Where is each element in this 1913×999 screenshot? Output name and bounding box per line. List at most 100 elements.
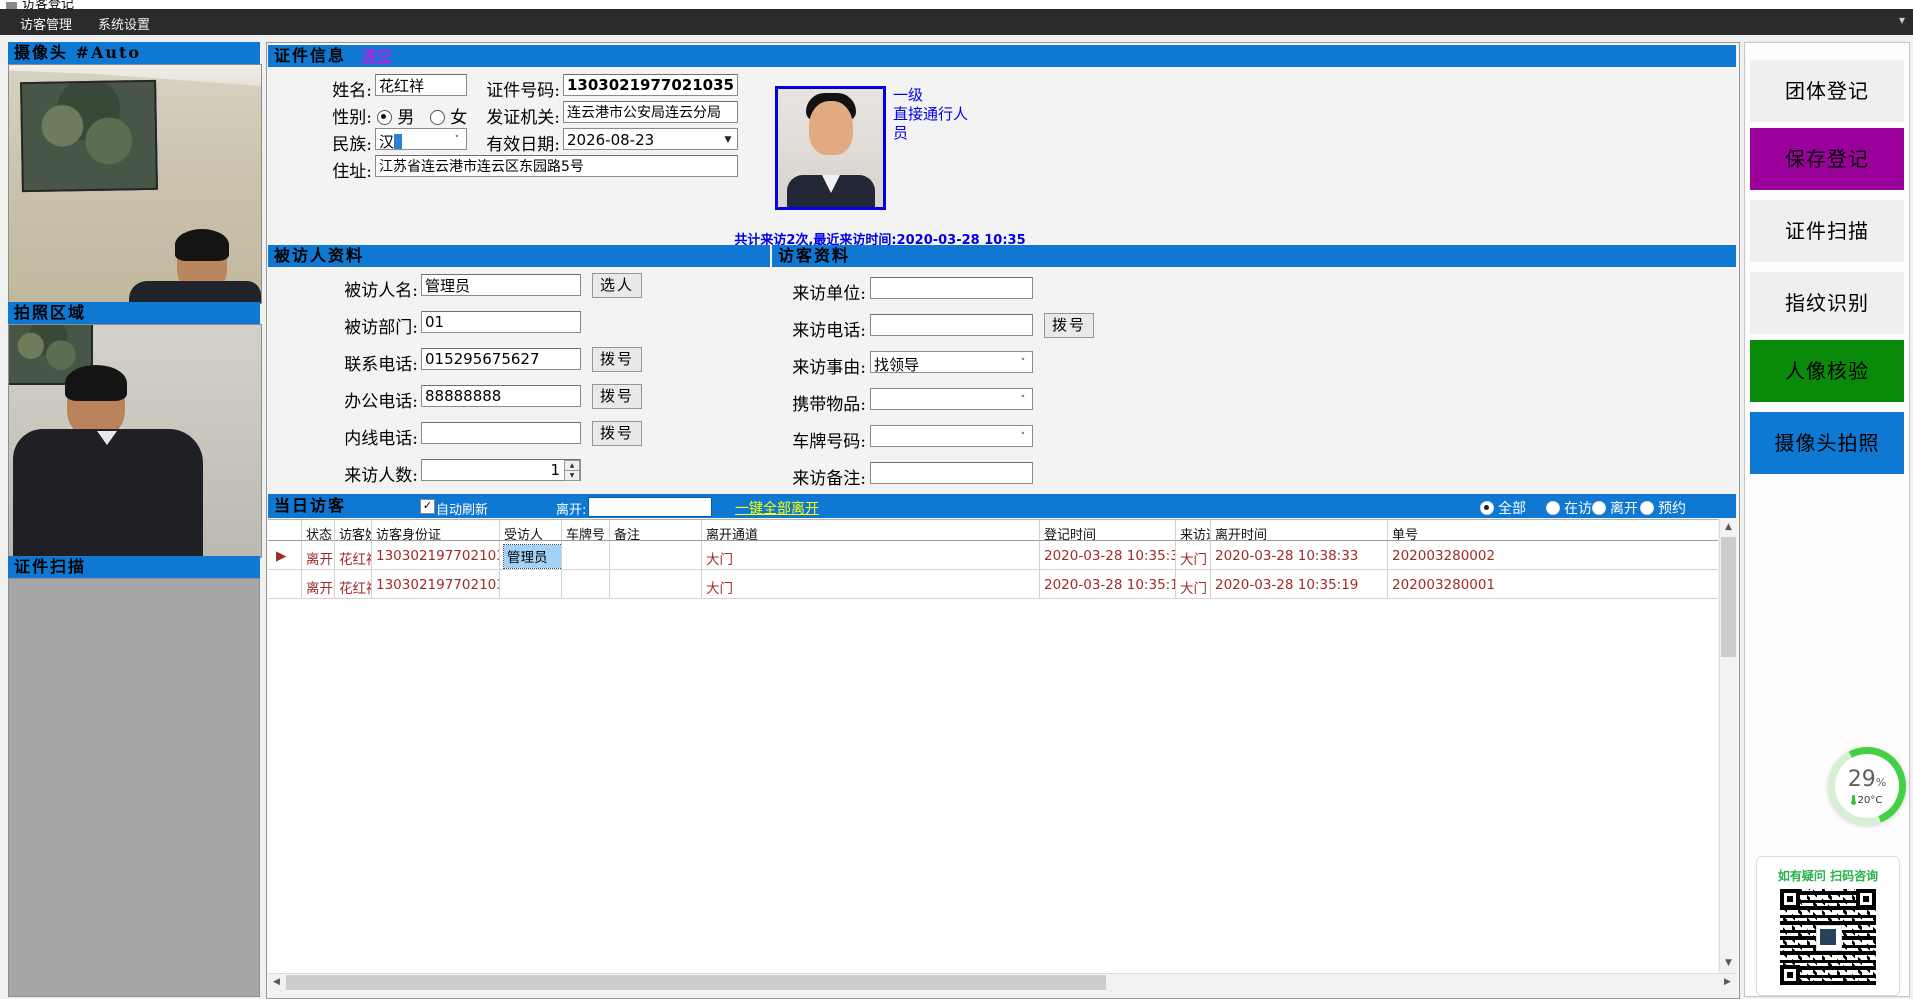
table-row[interactable]: ▶ 离开 花红祥 130302197702103558 管理员 大门 2020-… <box>268 541 1718 570</box>
chevron-down-icon[interactable]: ▾ <box>1899 13 1905 27</box>
menu-item-system-settings[interactable]: 系统设置 <box>92 14 156 33</box>
select-person-button[interactable]: 选人 <box>592 273 642 298</box>
cell-order-no[interactable]: 202003280001 <box>1388 570 1718 599</box>
gender-female-radio[interactable] <box>430 110 445 125</box>
cell-visit-channel[interactable]: 大门 <box>1176 570 1211 599</box>
cell-status[interactable]: 离开 <box>302 541 335 570</box>
visit-unit-input[interactable] <box>870 277 1033 299</box>
vscroll-thumb[interactable] <box>1721 537 1736 657</box>
table-vscrollbar[interactable]: ▲ ▼ <box>1719 519 1737 972</box>
hscroll-thumb[interactable] <box>286 975 1106 990</box>
cell-visitor-name[interactable]: 花红祥 <box>335 541 372 570</box>
table-hscrollbar[interactable]: ◀ ▶ <box>268 973 1736 991</box>
cell-leave-time[interactable]: 2020-03-28 10:38:33 <box>1211 541 1388 570</box>
id-number-input[interactable] <box>563 74 738 96</box>
cell-register-time[interactable]: 2020-03-28 10:35:30 <box>1040 541 1176 570</box>
camera-section-header: 摄像头 #Auto <box>8 42 260 64</box>
dial-button-office[interactable]: 拨号 <box>592 384 642 409</box>
cell-note[interactable] <box>610 541 702 570</box>
internal-phone-input[interactable] <box>421 422 581 444</box>
plate-number-combo[interactable]: ˅ <box>870 425 1033 447</box>
leave-input[interactable] <box>588 497 712 517</box>
scroll-down-icon[interactable]: ▼ <box>1720 955 1737 972</box>
cell-visit-channel[interactable]: 大门 <box>1176 541 1211 570</box>
cell-leave-time[interactable]: 2020-03-28 10:35:19 <box>1211 570 1388 599</box>
col-visitor-id[interactable]: 访客身份证 <box>372 520 500 541</box>
host-dept-input[interactable] <box>421 311 581 333</box>
col-order-no[interactable]: 单号 <box>1388 520 1718 541</box>
dial-button-contact[interactable]: 拨号 <box>592 347 642 372</box>
gender-male-radio[interactable] <box>377 110 392 125</box>
cell-host[interactable] <box>500 570 562 599</box>
cell-note[interactable] <box>610 570 702 599</box>
cell-leave-channel[interactable]: 大门 <box>702 541 1040 570</box>
spinner-down-icon[interactable]: ▼ <box>564 470 580 481</box>
cell-visitor-name[interactable]: 花红祥 <box>335 570 372 599</box>
visitor-count-input[interactable] <box>421 459 581 481</box>
dial-button-visitor[interactable]: 拨号 <box>1044 313 1094 338</box>
carried-items-combo[interactable]: ˅ <box>870 388 1033 410</box>
filter-left-radio[interactable] <box>1592 501 1606 515</box>
valid-date-combo[interactable]: 2026-08-23 ▼ <box>563 128 738 150</box>
scroll-right-icon[interactable]: ▶ <box>1719 974 1736 991</box>
visit-note-input[interactable] <box>870 462 1033 484</box>
cell-visitor-id[interactable]: 130302197702103558 <box>372 570 500 599</box>
filter-all[interactable]: 全部 <box>1480 498 1526 518</box>
scroll-left-icon[interactable]: ◀ <box>268 974 285 991</box>
filter-left[interactable]: 离开 <box>1592 498 1638 518</box>
menu-item-visitor-management[interactable]: 访客管理 <box>14 14 78 33</box>
dropdown-arrow-icon[interactable]: ▼ <box>720 130 736 148</box>
fingerprint-button[interactable]: 指纹识别 <box>1750 272 1904 334</box>
cell-leave-channel[interactable]: 大门 <box>702 570 1040 599</box>
cell-plate[interactable] <box>562 541 610 570</box>
visit-phone-input[interactable] <box>870 314 1033 336</box>
camera-capture-button[interactable]: 摄像头拍照 <box>1750 412 1904 474</box>
dial-button-internal[interactable]: 拨号 <box>592 421 642 446</box>
chevron-down-icon[interactable]: ˅ <box>1015 427 1031 445</box>
scroll-up-icon[interactable]: ▲ <box>1720 519 1737 536</box>
save-register-button[interactable]: 保存登记 <box>1750 128 1904 190</box>
id-scan-button[interactable]: 证件扫描 <box>1750 200 1904 262</box>
col-leave-channel[interactable]: 离开通道 <box>702 520 1040 541</box>
selected-cell[interactable]: 管理员 <box>504 545 562 568</box>
host-name-input[interactable] <box>421 274 581 296</box>
id-scan-area <box>8 578 260 997</box>
chevron-down-icon[interactable]: ˅ <box>1015 390 1031 408</box>
cell-host[interactable]: 管理员 <box>500 541 562 570</box>
col-note[interactable]: 备注 <box>610 520 702 541</box>
col-host[interactable]: 受访人 <box>500 520 562 541</box>
leave-all-link[interactable]: 一键全部离开 <box>735 498 819 518</box>
filter-reserved-radio[interactable] <box>1640 501 1654 515</box>
cell-status[interactable]: 离开 <box>302 570 335 599</box>
auto-refresh-checkbox[interactable]: ✓ <box>420 499 435 514</box>
contact-phone-input[interactable] <box>421 348 581 370</box>
cell-order-no[interactable]: 202003280002 <box>1388 541 1718 570</box>
col-visit-channel[interactable]: 来访通道 <box>1176 520 1211 541</box>
cell-register-time[interactable]: 2020-03-28 10:35:12 <box>1040 570 1176 599</box>
col-status[interactable]: 状态 <box>302 520 335 541</box>
col-register-time[interactable]: 登记时间 <box>1040 520 1176 541</box>
filter-visiting[interactable]: 在访 <box>1546 498 1592 518</box>
cell-plate[interactable] <box>562 570 610 599</box>
address-input[interactable] <box>375 155 738 177</box>
group-register-button[interactable]: 团体登记 <box>1750 60 1904 122</box>
office-phone-input[interactable] <box>421 385 581 407</box>
today-visitors-title: 当日访客 <box>268 495 346 517</box>
gauge-value: 29 <box>1848 767 1876 792</box>
col-plate[interactable]: 车牌号 <box>562 520 610 541</box>
name-input[interactable] <box>375 74 467 96</box>
filter-all-radio[interactable] <box>1480 501 1494 515</box>
chevron-down-icon[interactable]: ˅ <box>449 130 465 148</box>
visit-reason-combo[interactable]: 找领导 ˅ <box>870 351 1033 373</box>
filter-reserved[interactable]: 预约 <box>1640 498 1686 518</box>
filter-visiting-radio[interactable] <box>1546 501 1560 515</box>
ethnicity-combo[interactable]: 汉 ˅ <box>375 128 467 150</box>
clear-link[interactable]: 清空 <box>362 47 392 65</box>
col-visitor-name[interactable]: 访客姓名 <box>335 520 372 541</box>
table-row[interactable]: 离开 花红祥 130302197702103558 大门 2020-03-28 … <box>268 570 1718 599</box>
chevron-down-icon[interactable]: ˅ <box>1015 353 1031 371</box>
cell-visitor-id[interactable]: 130302197702103558 <box>372 541 500 570</box>
face-verify-button[interactable]: 人像核验 <box>1750 340 1904 402</box>
issuing-authority-input[interactable] <box>563 101 738 123</box>
col-leave-time[interactable]: 离开时间 <box>1211 520 1388 541</box>
